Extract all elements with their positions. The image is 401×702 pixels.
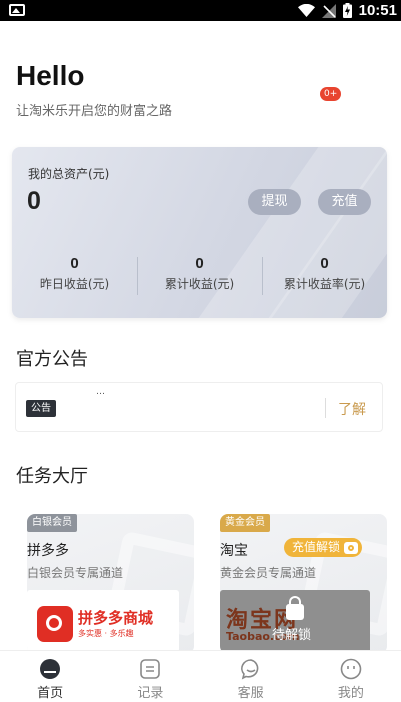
stat-value: 0 (70, 255, 79, 272)
task-card-taobao[interactable]: 黄金会员 淘宝 充值解锁 黄金会员专属通道 淘宝网 Taobao.com 待解锁 (220, 514, 387, 654)
record-icon (140, 659, 161, 679)
battery-charging-icon (342, 3, 352, 18)
lock-icon (344, 541, 359, 554)
task-description: 黄金会员专属通道 (220, 566, 317, 580)
task-name: 淘宝 (220, 543, 248, 559)
earnings-stats: 0 昨日收益(元) 0 累计收益(元) 0 累计收益率(元) (12, 255, 387, 299)
pinduoduo-logo-icon (37, 606, 73, 642)
stat-total-yield: 0 累计收益率(元) (262, 255, 387, 299)
stat-label: 累计收益率(元) (283, 277, 366, 291)
stat-total-earnings: 0 累计收益(元) (137, 255, 262, 299)
taobao-banner: 淘宝网 Taobao.com 待解锁 (220, 590, 370, 654)
stat-value: 0 (195, 255, 204, 272)
clock: 10:51 (358, 2, 397, 19)
home-icon (40, 659, 61, 679)
wifi-icon (297, 4, 315, 17)
image-notification-icon (9, 4, 25, 16)
page-title: Hello (16, 60, 85, 91)
tab-label: 记录 (137, 686, 164, 701)
total-assets-value: 0 (27, 187, 41, 215)
system-icons: 10:51 (297, 2, 397, 19)
task-name: 拼多多 (27, 543, 69, 559)
tab-records[interactable]: 记录 (100, 651, 200, 702)
tab-home[interactable]: 首页 (0, 651, 100, 702)
total-assets-label: 我的总资产(元) (28, 167, 110, 181)
no-signal-icon (321, 3, 336, 18)
tab-label: 客服 (237, 686, 264, 701)
status-bar: 10:51 (0, 0, 401, 21)
withdraw-button[interactable]: 提现 (248, 189, 301, 215)
tier-badge-silver: 白银会员 (27, 514, 77, 532)
announcement-section-title: 官方公告 (16, 349, 88, 370)
locked-status: 待解锁 (272, 628, 312, 643)
banner-title: 拼多多商城 (78, 609, 154, 627)
page-subtitle: 让淘米乐开启您的财富之路 (16, 104, 173, 119)
lock-icon (286, 596, 304, 620)
banner-slogan: 多实惠 · 多乐趣 (78, 629, 134, 638)
profile-icon (340, 658, 362, 680)
stat-value: 0 (320, 255, 329, 272)
announcement-bar[interactable]: 公告 … 了解 (15, 382, 383, 432)
tab-profile[interactable]: 我的 (301, 651, 401, 702)
task-description: 白银会员专属通道 (27, 566, 124, 580)
stat-label: 昨日收益(元) (39, 277, 110, 291)
recharge-button[interactable]: 充值 (318, 189, 371, 215)
notification-badge[interactable]: 0+ (320, 87, 342, 101)
announcement-tag: 公告 (26, 400, 56, 417)
recharge-unlock-button[interactable]: 充值解锁 (284, 538, 363, 557)
unlock-label: 充值解锁 (292, 540, 341, 554)
total-assets-card: 我的总资产(元) 0 提现 充值 0 昨日收益(元) 0 累计收益(元) 0 累… (12, 147, 387, 318)
stat-yesterday-earnings: 0 昨日收益(元) (12, 255, 137, 299)
tab-label: 首页 (37, 686, 64, 701)
task-card-pinduoduo[interactable]: 白银会员 拼多多 白银会员专属通道 拼多多商城 多实惠 · 多乐趣 (27, 514, 194, 654)
task-hall-section-title: 任务大厅 (16, 466, 88, 487)
bottom-tab-bar: 首页 记录 客服 我的 (0, 650, 401, 702)
tab-label: 我的 (337, 686, 364, 701)
divider (325, 398, 326, 418)
announcement-text: … (96, 387, 105, 397)
pinduoduo-banner: 拼多多商城 多实惠 · 多乐趣 (27, 590, 179, 652)
tier-badge-gold: 黄金会员 (220, 514, 270, 532)
tab-customer-service[interactable]: 客服 (201, 651, 301, 702)
stat-label: 累计收益(元) (164, 277, 235, 291)
chat-icon (240, 659, 259, 680)
announcement-more-link[interactable]: 了解 (338, 399, 366, 419)
